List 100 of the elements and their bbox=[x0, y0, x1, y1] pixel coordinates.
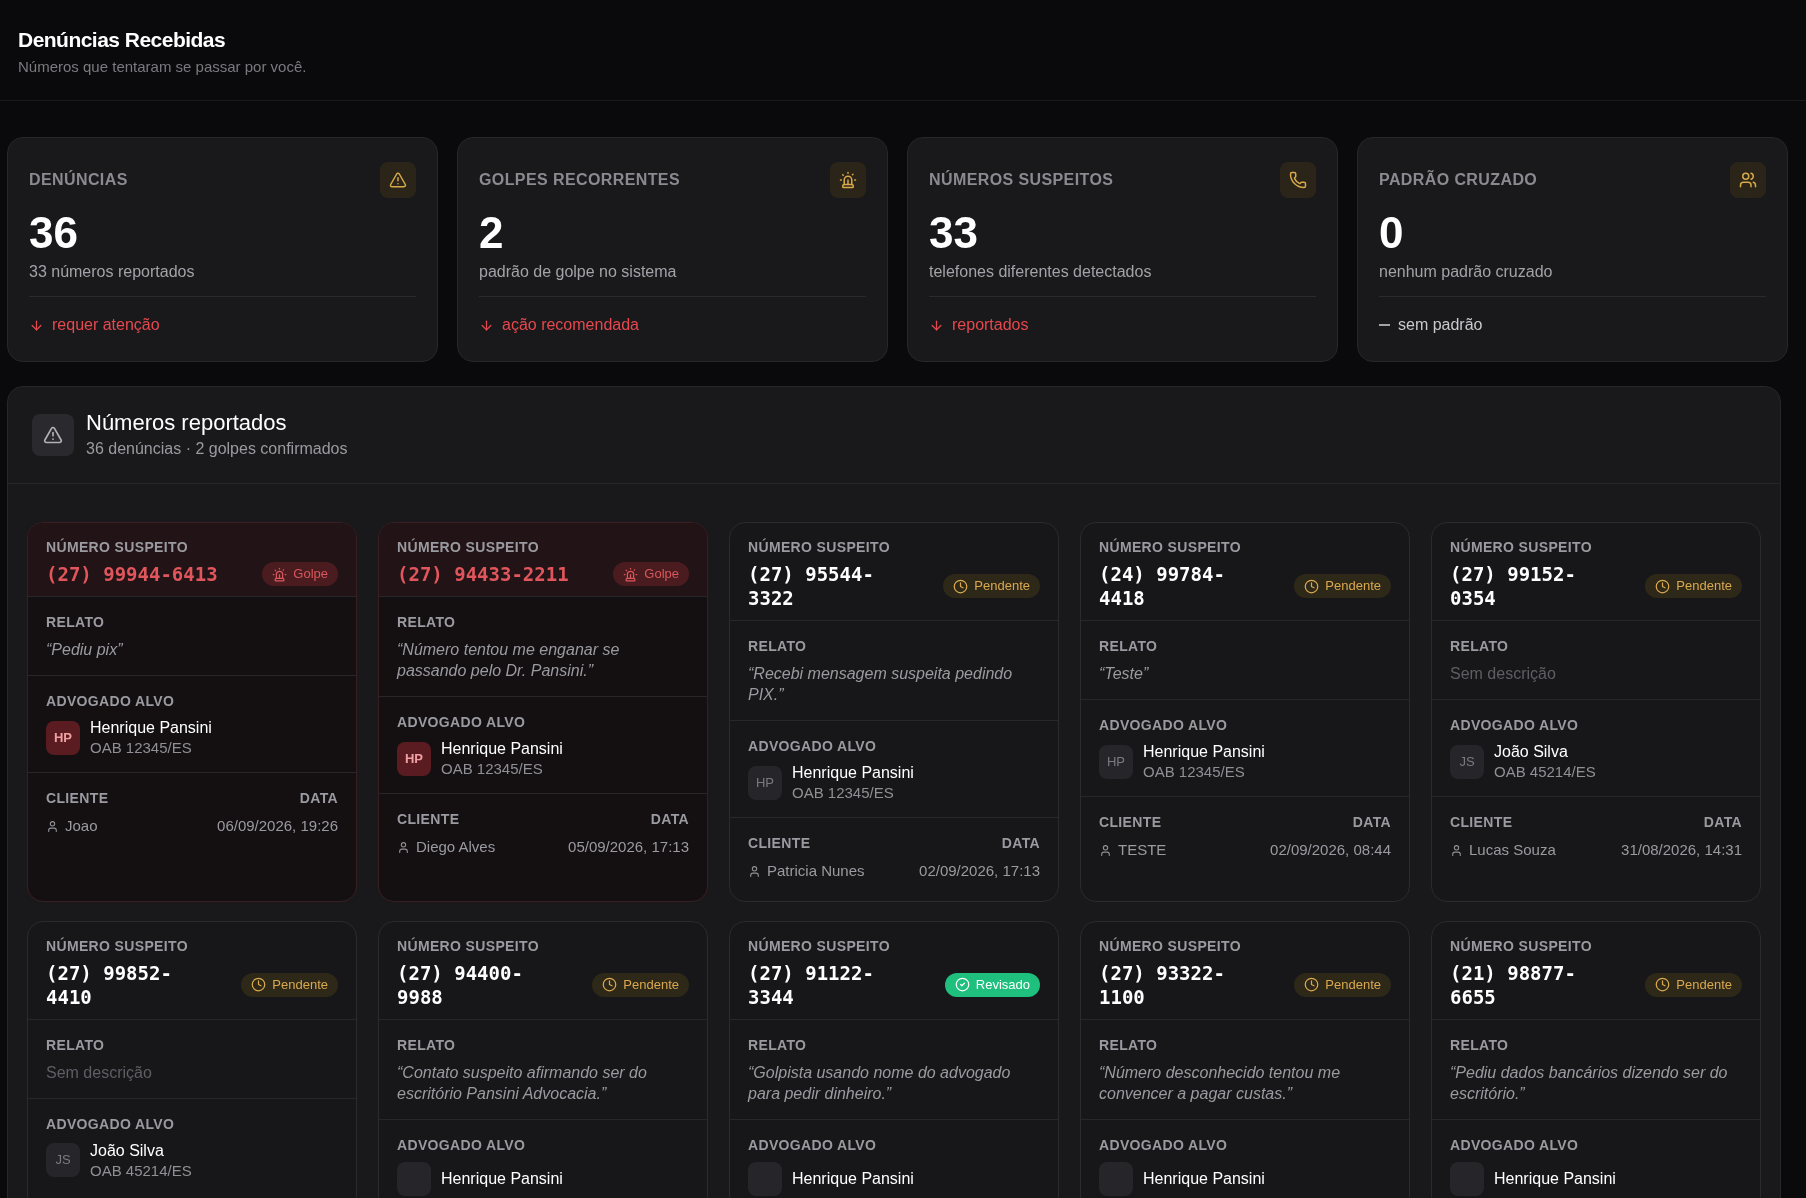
person-icon bbox=[748, 864, 761, 878]
field-label: RELATO bbox=[748, 637, 808, 656]
stat-caption: padrão de golpe no sistema bbox=[479, 262, 678, 282]
status-badge: Pendente bbox=[1294, 574, 1391, 598]
field-label: ADVOGADO ALVO bbox=[748, 1135, 878, 1155]
phone-number: (24) 99784-4418 bbox=[1099, 562, 1226, 610]
client-name: Lucas Souza bbox=[1469, 840, 1556, 860]
field-label: NÚMERO SUSPEITO bbox=[397, 936, 540, 956]
clock-icon bbox=[1304, 977, 1320, 992]
field-label: ADVOGADO ALVO bbox=[1450, 1135, 1580, 1155]
stat-note: ação recomendada bbox=[502, 315, 639, 335]
phone-number: (21) 98877-6655 bbox=[1450, 960, 1577, 1009]
status-badge: Golpe bbox=[613, 562, 689, 586]
siren-icon bbox=[623, 566, 639, 582]
field-label: CLIENTE bbox=[46, 789, 109, 808]
field-label: CLIENTE bbox=[397, 810, 461, 829]
field-label: ADVOGADO ALVO bbox=[46, 1114, 176, 1134]
report-text: “Número desconhecido tentou me convencer a pagar custas.” bbox=[1099, 1062, 1342, 1104]
phone-icon bbox=[1280, 162, 1316, 198]
siren-icon bbox=[830, 162, 866, 198]
avatar: HP bbox=[397, 741, 431, 776]
field-label: ADVOGADO ALVO bbox=[397, 713, 527, 732]
siren-icon bbox=[272, 566, 288, 582]
lawyer-name: João Silva bbox=[90, 1140, 165, 1161]
field-label: NÚMERO SUSPEITO bbox=[1450, 936, 1593, 956]
section-title: Números reportados bbox=[86, 409, 288, 437]
warning-icon bbox=[380, 162, 416, 198]
field-label: RELATO bbox=[46, 613, 106, 632]
stat-label: NÚMEROS SUSPEITOS bbox=[929, 169, 1114, 190]
clock-icon bbox=[251, 977, 267, 992]
field-label: NÚMERO SUSPEITO bbox=[1099, 936, 1242, 956]
status-badge: Pendente bbox=[943, 574, 1040, 598]
report-text: Sem descrição bbox=[1450, 664, 1557, 684]
avatar: HP bbox=[46, 720, 80, 755]
clock-icon bbox=[1655, 977, 1671, 992]
phone-number: (27) 94400-9988 bbox=[397, 960, 524, 1009]
dash-icon bbox=[1379, 324, 1390, 326]
field-label: ADVOGADO ALVO bbox=[1099, 1135, 1229, 1155]
field-label: NÚMERO SUSPEITO bbox=[1450, 537, 1593, 557]
lawyer-name: Henrique Pansini bbox=[792, 1168, 914, 1189]
status-badge: Golpe bbox=[262, 562, 338, 586]
phone-number: (27) 99944-6413 bbox=[46, 562, 218, 586]
field-label: RELATO bbox=[397, 613, 457, 632]
stat-value: 36 bbox=[29, 208, 79, 258]
field-label: NÚMERO SUSPEITO bbox=[748, 936, 891, 956]
field-label: CLIENTE bbox=[748, 834, 812, 853]
lawyer-name: Henrique Pansini bbox=[1143, 1168, 1265, 1189]
field-label: ADVOGADO ALVO bbox=[748, 737, 878, 756]
report-date: 05/09/2026, 17:13 bbox=[568, 837, 689, 857]
report-text: “Número tentou me enganar se passando pelo Dr. Pansini.” bbox=[397, 640, 621, 681]
field-label: ADVOGADO ALVO bbox=[1099, 716, 1229, 735]
lawyer-name: João Silva bbox=[1494, 742, 1569, 762]
field-label: CLIENTE bbox=[1450, 813, 1514, 832]
arrow-down-icon bbox=[929, 317, 944, 333]
phone-number: (27) 99152-0354 bbox=[1450, 562, 1577, 610]
avatar: HP bbox=[1099, 744, 1133, 779]
client-name: Patricia Nunes bbox=[767, 861, 865, 881]
lawyer-name: Henrique Pansini bbox=[792, 763, 914, 783]
stat-label: PADRÃO CRUZADO bbox=[1379, 169, 1538, 190]
avatar: JS bbox=[1450, 744, 1484, 779]
person-icon bbox=[1099, 843, 1112, 857]
phone-number: (27) 94433-2211 bbox=[397, 562, 569, 586]
person-icon bbox=[1450, 843, 1463, 857]
status-badge: Revisado bbox=[944, 972, 1040, 997]
report-text: “Contato suspeito afirmando ser do escritório Pansini Advocacia.” bbox=[397, 1062, 648, 1104]
phone-number: (27) 99852-4410 bbox=[46, 960, 173, 1009]
field-label: ADVOGADO ALVO bbox=[46, 692, 176, 711]
phone-number: (27) 95544-3322 bbox=[748, 562, 875, 610]
phone-number: (27) 91122-3344 bbox=[748, 960, 875, 1009]
arrow-down-icon bbox=[479, 317, 494, 333]
field-label: RELATO bbox=[1099, 1035, 1159, 1055]
field-label: RELATO bbox=[1099, 637, 1159, 656]
stat-note: sem padrão bbox=[1398, 315, 1483, 335]
lawyer-oab: OAB 12345/ES bbox=[90, 738, 193, 757]
phone-number: (27) 93322-1100 bbox=[1099, 960, 1226, 1009]
field-label: RELATO bbox=[397, 1035, 457, 1055]
page-title: Denúncias Recebidas bbox=[18, 27, 227, 53]
stat-label: GOLPES RECORRENTES bbox=[479, 170, 680, 190]
field-label: CLIENTE bbox=[1099, 813, 1163, 832]
stat-label: DENÚNCIAS bbox=[29, 169, 128, 190]
lawyer-oab: OAB 12345/ES bbox=[1143, 762, 1246, 781]
field-label: ADVOGADO ALVO bbox=[1450, 716, 1580, 735]
person-icon bbox=[46, 819, 59, 833]
status-badge: Pendente bbox=[1294, 972, 1391, 997]
stat-value: 2 bbox=[479, 208, 505, 258]
field-label: NÚMERO SUSPEITO bbox=[748, 537, 891, 557]
avatar: JS bbox=[46, 1143, 80, 1177]
section-subtitle: 36 denúncias · 2 golpes confirmados bbox=[86, 439, 348, 459]
field-label: DATA bbox=[299, 789, 338, 808]
status-badge: Pendente bbox=[1645, 574, 1742, 598]
field-label: RELATO bbox=[748, 1035, 808, 1055]
arrow-down-icon bbox=[29, 317, 44, 333]
status-badge: Pendente bbox=[241, 972, 338, 997]
person-icon bbox=[397, 840, 410, 854]
lawyer-name: Henrique Pansini bbox=[90, 718, 212, 738]
report-text: “Teste” bbox=[1099, 664, 1150, 684]
report-date: 02/09/2026, 17:13 bbox=[919, 861, 1040, 881]
field-label: RELATO bbox=[1450, 1035, 1510, 1055]
lawyer-name: Henrique Pansini bbox=[441, 1168, 563, 1189]
report-date: 31/08/2026, 14:31 bbox=[1621, 840, 1742, 860]
